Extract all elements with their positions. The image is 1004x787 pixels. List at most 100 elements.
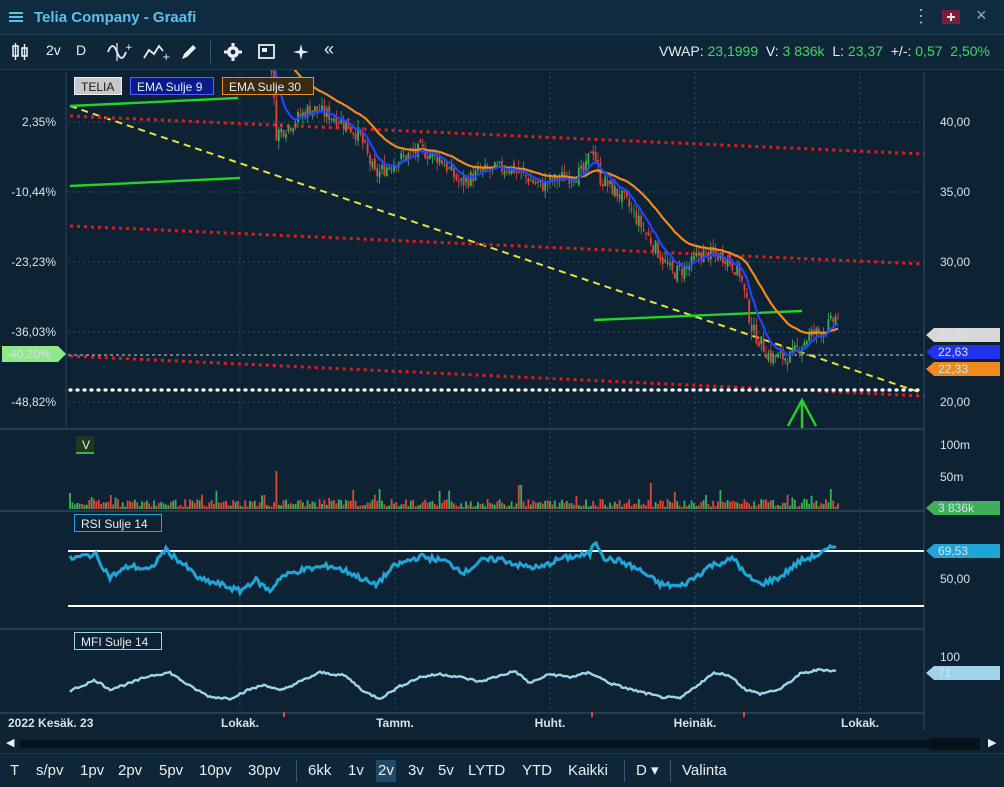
candle-body bbox=[637, 215, 640, 226]
legend-ema9[interactable]: EMA Sulje 9 bbox=[130, 77, 214, 95]
add-study-icon[interactable]: + bbox=[142, 42, 170, 62]
candle-body bbox=[294, 122, 297, 126]
candle-body bbox=[503, 171, 506, 175]
more-options-icon[interactable]: ⋮ bbox=[912, 6, 930, 27]
range-button-5v[interactable]: 5v bbox=[436, 760, 456, 782]
volume-bar bbox=[191, 500, 194, 509]
candlestick-type-icon[interactable] bbox=[10, 42, 32, 62]
indicator-wave-icon[interactable]: + bbox=[106, 42, 132, 62]
hamburger-menu-icon[interactable] bbox=[8, 9, 24, 25]
template-window-icon[interactable] bbox=[256, 42, 278, 62]
flag-icon[interactable] bbox=[942, 10, 960, 24]
event-marker bbox=[743, 712, 745, 717]
time-axis-label: Heinäk. bbox=[674, 716, 717, 730]
volume-bar bbox=[532, 500, 535, 509]
legend-mfi[interactable]: MFI Sulje 14 bbox=[74, 632, 162, 650]
title-bar: Telia Company - Graafi ⋮ × bbox=[0, 0, 1004, 35]
crosshair-sparkle-icon[interactable] bbox=[290, 42, 312, 62]
range-button-30pv[interactable]: 30pv bbox=[246, 760, 283, 782]
volume-bar bbox=[825, 499, 827, 509]
period-button[interactable]: 2v bbox=[46, 42, 61, 58]
volume-bar bbox=[126, 500, 129, 509]
time-axis-label: Tamm. bbox=[376, 716, 414, 730]
price-tag-label: 22,33 bbox=[938, 362, 968, 376]
legend-symbol[interactable]: TELIA bbox=[74, 77, 122, 95]
settings-gear-icon[interactable] bbox=[222, 42, 244, 62]
range-button-2pv[interactable]: 2pv bbox=[116, 760, 144, 782]
volume-bar bbox=[678, 505, 681, 509]
percent-tick-label: -48,82% bbox=[11, 395, 56, 409]
volume-bar bbox=[765, 499, 767, 509]
volume-bar bbox=[294, 504, 297, 509]
legend-ema30[interactable]: EMA Sulje 30 bbox=[222, 77, 314, 95]
volume-bar bbox=[184, 499, 187, 509]
svg-text:+: + bbox=[125, 43, 132, 53]
legend-volume[interactable]: V bbox=[76, 436, 94, 454]
candle-body bbox=[481, 168, 484, 172]
candle-body bbox=[546, 183, 549, 185]
range-button-2v[interactable]: 2v bbox=[376, 760, 396, 782]
candle-body bbox=[378, 171, 381, 178]
volume-bar bbox=[174, 499, 177, 509]
volume-bar bbox=[177, 506, 179, 509]
volume-bar bbox=[150, 506, 153, 509]
scroll-left-icon[interactable]: ◀ bbox=[6, 736, 14, 749]
candle-body bbox=[354, 133, 357, 140]
range-button-s-pv[interactable]: s/pv bbox=[34, 760, 66, 782]
volume-bar bbox=[517, 485, 520, 509]
volume-bar bbox=[510, 501, 513, 509]
range-button-3v[interactable]: 3v bbox=[406, 760, 426, 782]
candle-body bbox=[280, 128, 283, 133]
scroll-thumb[interactable] bbox=[930, 738, 980, 750]
volume-bar bbox=[361, 505, 364, 509]
time-scrollbar[interactable]: ◀ ▶ bbox=[0, 735, 1004, 753]
collapse-left-icon[interactable]: « bbox=[324, 39, 334, 60]
range-button-kaikki[interactable]: Kaikki bbox=[566, 760, 610, 782]
range-button-1v[interactable]: 1v bbox=[346, 760, 366, 782]
volume-bar bbox=[774, 505, 777, 509]
candle-body bbox=[606, 180, 609, 187]
scroll-track[interactable] bbox=[20, 740, 930, 748]
volume-bar bbox=[253, 500, 256, 509]
candle-body bbox=[750, 324, 753, 333]
interval-button[interactable]: D bbox=[76, 42, 86, 58]
range-button-ytd[interactable]: YTD bbox=[520, 760, 554, 782]
volume-bar bbox=[827, 502, 830, 509]
range-button-valinta[interactable]: Valinta bbox=[680, 760, 729, 782]
volume-bar bbox=[592, 500, 595, 509]
volume-bar bbox=[325, 504, 328, 509]
candle-body bbox=[289, 127, 292, 131]
volume-bar bbox=[565, 501, 568, 509]
volume-bar bbox=[306, 500, 309, 509]
volume-bar bbox=[301, 502, 304, 509]
scroll-right-icon[interactable]: ▶ bbox=[988, 736, 996, 749]
volume-bar bbox=[683, 500, 686, 509]
rsi-tick-label: 50,00 bbox=[940, 572, 970, 586]
candle-body bbox=[587, 153, 590, 165]
candle-body bbox=[796, 345, 799, 347]
volume-bar bbox=[585, 499, 587, 509]
legend-rsi[interactable]: RSI Sulje 14 bbox=[74, 514, 162, 532]
candle-body bbox=[371, 161, 374, 168]
volume-bar bbox=[383, 504, 386, 509]
range-button-5pv[interactable]: 5pv bbox=[157, 760, 185, 782]
range-button-10pv[interactable]: 10pv bbox=[197, 760, 234, 782]
volume-bar bbox=[741, 503, 743, 509]
volume-bar bbox=[587, 506, 590, 509]
range-button-lytd[interactable]: LYTD bbox=[466, 760, 507, 782]
range-button-d[interactable]: D ▾ bbox=[634, 760, 661, 782]
range-button-6kk[interactable]: 6kk bbox=[306, 760, 333, 782]
range-button-t[interactable]: T bbox=[8, 760, 21, 782]
range-button-1pv[interactable]: 1pv bbox=[78, 760, 106, 782]
candle-body bbox=[594, 151, 597, 162]
volume-bar bbox=[760, 499, 763, 509]
volume-bar bbox=[661, 500, 664, 509]
volume-bar bbox=[829, 489, 832, 509]
close-icon[interactable]: × bbox=[976, 5, 987, 26]
volume-bar bbox=[85, 504, 88, 509]
volume-bar bbox=[606, 506, 609, 509]
volume-bar bbox=[515, 503, 518, 509]
volume-bar bbox=[697, 505, 700, 509]
range-divider bbox=[624, 760, 625, 782]
draw-pencil-icon[interactable] bbox=[178, 42, 200, 62]
